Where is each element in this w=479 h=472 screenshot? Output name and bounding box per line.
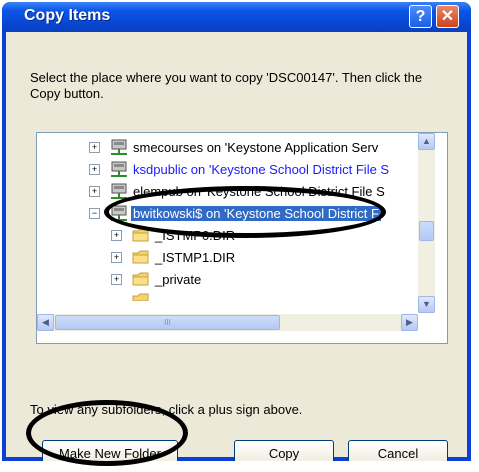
collapse-icon[interactable]: −	[89, 208, 100, 219]
tree-item-ksdpublic[interactable]: + ksdpublic on 'Keystone School District…	[37, 159, 418, 181]
tree-item-private[interactable]: + _private	[37, 269, 418, 291]
folder-tree[interactable]: + smecourses on 'Keystone Application Se…	[36, 132, 448, 344]
tree-item-label: ksdpublic on 'Keystone School District F…	[133, 162, 390, 177]
expand-icon[interactable]: +	[111, 274, 122, 285]
folder-icon	[132, 293, 149, 301]
title-bar[interactable]: Copy Items ? ✕	[2, 2, 471, 32]
tree-item-label: _private	[155, 272, 202, 287]
folder-icon	[132, 272, 149, 286]
vertical-scroll-thumb[interactable]	[419, 221, 434, 241]
expand-icon[interactable]: +	[89, 164, 100, 175]
help-button[interactable]: ?	[409, 5, 432, 28]
scroll-down-icon[interactable]: ▼	[418, 296, 435, 313]
annotation-oval-make-new-folder	[26, 400, 188, 466]
dialog-body: Select the place where you want to copy …	[6, 32, 467, 468]
scroll-right-icon[interactable]: ▶	[401, 314, 418, 331]
scroll-left-icon[interactable]: ◀	[37, 314, 54, 331]
expand-icon[interactable]: +	[111, 252, 122, 263]
tree-item-label: _ISTMP1.DIR	[155, 250, 236, 265]
expand-icon[interactable]: +	[111, 230, 122, 241]
instruction-text: Select the place where you want to copy …	[30, 70, 423, 101]
scroll-up-icon[interactable]: ▲	[418, 133, 435, 150]
dialog-title: Copy Items	[24, 7, 111, 24]
horizontal-scrollbar[interactable]: ◀ III ▶	[37, 314, 418, 331]
network-drive-icon	[111, 139, 127, 155]
tree-item-label: smecourses on 'Keystone Application Serv	[133, 140, 379, 155]
vertical-scrollbar[interactable]: ▲ ▼	[418, 133, 435, 313]
close-button[interactable]: ✕	[436, 5, 459, 28]
tree-item-istmp1[interactable]: + _ISTMP1.DIR	[37, 247, 418, 269]
annotation-oval-selected-drive	[104, 186, 386, 238]
horizontal-scroll-thumb[interactable]: III	[55, 315, 280, 330]
folder-icon	[132, 250, 149, 264]
expand-icon[interactable]: +	[89, 142, 100, 153]
expand-icon[interactable]: +	[89, 186, 100, 197]
network-drive-icon	[111, 161, 127, 177]
tree-item-smecourses[interactable]: + smecourses on 'Keystone Application Se…	[37, 137, 418, 159]
